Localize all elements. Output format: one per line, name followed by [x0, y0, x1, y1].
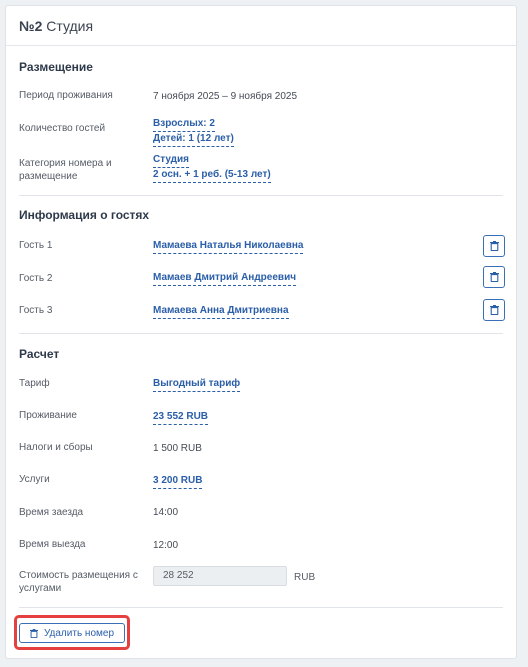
stay-label: Проживание: [19, 410, 77, 421]
checkout-value: 12:00: [153, 540, 179, 551]
guests-count-label: Количество гостей: [19, 123, 106, 134]
total-cost-field: 28 252: [153, 566, 287, 586]
tariff-link[interactable]: Выгодный тариф: [153, 378, 241, 392]
stay-value: 23 552 RUB: [153, 410, 209, 425]
checkin-label: Время заезда: [19, 507, 84, 518]
guest-1-name-link[interactable]: Мамаева Наталья Николаевна: [153, 240, 304, 254]
room-name: Студия: [46, 18, 94, 34]
guest-2-value: Мамаев Дмитрий Андреевич: [153, 271, 297, 286]
room-number: №2: [19, 18, 43, 34]
trash-icon: [489, 241, 499, 251]
stay-link[interactable]: 23 552 RUB: [153, 411, 209, 425]
taxes-label: Налоги и сборы: [19, 442, 93, 453]
category-value: Студия 2 осн. + 1 реб. (5-13 лет): [153, 153, 271, 183]
services-link[interactable]: 3 200 RUB: [153, 475, 203, 489]
section-placement-title: Размещение: [19, 60, 93, 74]
divider: [19, 333, 503, 334]
trash-icon: [29, 628, 38, 638]
category-detail-link[interactable]: 2 осн. + 1 реб. (5-13 лет): [153, 169, 271, 183]
children-link[interactable]: Детей: 1 (12 лет): [153, 133, 234, 147]
guest-2-label: Гость 2: [19, 273, 53, 284]
guest-3-label: Гость 3: [19, 305, 53, 316]
guests-count-value: Взрослых: 2 Детей: 1 (12 лет): [153, 117, 234, 147]
adults-link[interactable]: Взрослых: 2: [153, 118, 215, 132]
delete-guest-2-button[interactable]: [483, 266, 505, 288]
checkout-label: Время выезда: [19, 539, 86, 550]
delete-room-label: Удалить номер: [43, 627, 115, 639]
delete-room-button[interactable]: Удалить номер: [19, 623, 125, 643]
period-value: 7 ноября 2025 – 9 ноября 2025: [153, 91, 298, 102]
guest-1-value: Мамаева Наталья Николаевна: [153, 239, 304, 254]
trash-icon: [489, 272, 499, 282]
room-title: №2 Студия: [19, 18, 93, 34]
divider: [19, 607, 503, 608]
trash-icon: [489, 305, 499, 315]
delete-guest-1-button[interactable]: [483, 235, 505, 257]
guest-2-name-link[interactable]: Мамаев Дмитрий Андреевич: [153, 272, 297, 286]
room-card: №2 Студия Размещение Период проживания 7…: [5, 5, 517, 659]
room-card-header: №2 Студия: [6, 6, 516, 46]
services-value: 3 200 RUB: [153, 474, 203, 489]
guest-1-label: Гость 1: [19, 240, 53, 251]
delete-guest-3-button[interactable]: [483, 299, 505, 321]
tariff-label: Тариф: [19, 378, 50, 389]
category-link[interactable]: Студия: [153, 154, 190, 168]
guest-3-name-link[interactable]: Мамаева Анна Дмитриевна: [153, 305, 289, 319]
tariff-value: Выгодный тариф: [153, 377, 241, 392]
total-cost-unit: RUB: [294, 572, 316, 583]
guest-3-value: Мамаева Анна Дмитриевна: [153, 304, 289, 319]
divider: [19, 195, 503, 196]
section-calculation-title: Расчет: [19, 347, 60, 361]
total-cost-label: Стоимость размещения с услугами: [19, 570, 138, 594]
checkin-value: 14:00: [153, 507, 179, 518]
period-label: Период проживания: [19, 90, 113, 101]
taxes-value: 1 500 RUB: [153, 443, 202, 454]
services-label: Услуги: [19, 474, 50, 485]
section-guests-title: Информация о гостях: [19, 208, 150, 222]
category-label: Категория номера и размещение: [19, 158, 112, 182]
